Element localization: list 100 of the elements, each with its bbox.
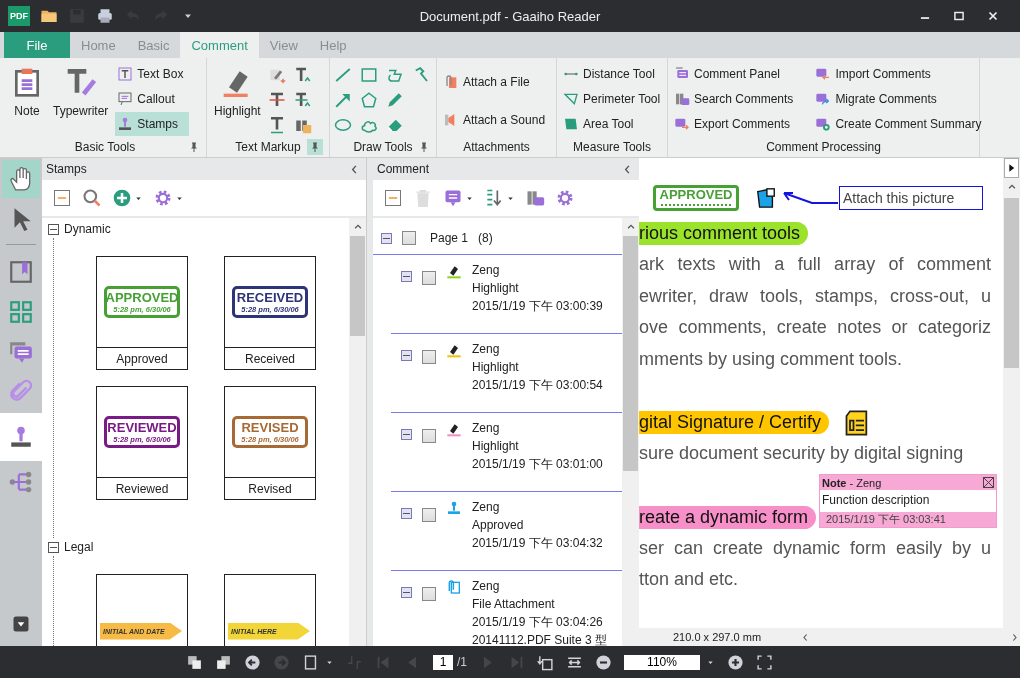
note-button[interactable]: Note	[8, 62, 46, 122]
comment-author: Zeng	[472, 342, 501, 357]
triangle-right-icon[interactable]	[1004, 158, 1019, 178]
expander-icon[interactable]	[401, 508, 412, 519]
binoculars-comment-button[interactable]: Search Comments	[672, 87, 800, 111]
scroll-up-icon[interactable]	[625, 222, 636, 232]
close-icon[interactable]	[983, 477, 994, 488]
highlighter-button[interactable]: Highlight	[211, 62, 264, 122]
bookmark-icon	[8, 259, 34, 285]
settings-icon[interactable]	[555, 188, 575, 208]
circle-left-icon[interactable]	[244, 653, 261, 671]
plus-circle-icon[interactable]	[112, 188, 132, 208]
perimeter-button[interactable]: Perimeter Tool	[561, 87, 667, 111]
sort-icon[interactable]	[484, 188, 504, 208]
checkbox[interactable]	[422, 429, 436, 443]
rotate-icon[interactable]	[537, 653, 554, 671]
down-box-icon[interactable]	[11, 614, 31, 634]
comment-summary-button[interactable]: Create Comment Summary	[813, 112, 988, 136]
attachment-name: 20141112.PDF Suite 3 型	[472, 633, 607, 646]
pin-icon[interactable]	[307, 139, 323, 155]
speaker-button[interactable]: Attach a Sound	[441, 108, 552, 132]
pentagon-icon[interactable]	[360, 91, 378, 109]
stamp-caption: Reviewed	[97, 477, 187, 499]
page-arrange-icon[interactable]	[215, 653, 232, 671]
rectangle-icon[interactable]	[360, 66, 378, 84]
category-label[interactable]: Dynamic	[64, 222, 111, 236]
expander-icon[interactable]	[48, 541, 59, 553]
scroll-thumb[interactable]	[1004, 198, 1019, 368]
group-title: Basic Tools	[74, 140, 136, 154]
category-label[interactable]: Legal	[64, 540, 94, 554]
comment-date: 2015/1/19 下午 03:04:26	[472, 615, 604, 630]
strikethrough-icon[interactable]	[267, 91, 286, 109]
expander-icon[interactable]	[381, 232, 392, 244]
body-text-line: ove comments, create notes or categoriz	[639, 316, 991, 339]
expander-icon[interactable]	[401, 350, 412, 361]
binoculars-icon[interactable]	[525, 188, 545, 208]
text-caret-icon[interactable]	[293, 66, 312, 84]
expander-icon[interactable]	[401, 429, 412, 440]
checkbox[interactable]	[422, 271, 436, 285]
callout-button[interactable]: Callout	[115, 87, 190, 111]
printer-icon[interactable]	[96, 7, 114, 25]
expander-icon[interactable]	[401, 271, 412, 282]
note-popup[interactable]: Note - Zeng Function description 2015/1/19 下午 03:03:41	[819, 474, 997, 528]
maximize-icon[interactable]	[952, 9, 966, 23]
scroll-right-icon[interactable]	[1010, 632, 1020, 642]
checkbox[interactable]	[422, 350, 436, 364]
strikethrough-caret-icon[interactable]	[293, 91, 312, 109]
page-outline-icon[interactable]	[302, 653, 319, 671]
pencil-icon[interactable]	[386, 91, 404, 109]
scroll-thumb[interactable]	[350, 236, 365, 336]
page-number-field[interactable]: 1	[433, 654, 453, 670]
scroll-up-icon[interactable]	[1006, 182, 1017, 192]
attachment-icon[interactable]	[755, 187, 777, 209]
pin-icon[interactable]	[188, 141, 200, 153]
collapse-box-icon[interactable]	[383, 188, 403, 208]
line-icon[interactable]	[334, 66, 352, 84]
zoom-field[interactable]: 110%	[624, 654, 700, 670]
comment-panel-button[interactable]: Comment Panel	[672, 62, 800, 86]
comment-export-button[interactable]: Export Comments	[672, 112, 800, 136]
group-title: Measure Tools	[573, 140, 651, 154]
stamp-button[interactable]: Stamps	[115, 112, 190, 136]
stamp-icon	[117, 116, 134, 132]
group-title: Text Markup	[235, 140, 301, 154]
settings-icon[interactable]	[153, 188, 173, 208]
checkbox[interactable]	[402, 231, 416, 245]
full-screen-icon[interactable]	[756, 653, 773, 671]
scrollbar[interactable]	[1003, 158, 1020, 628]
stamp-caption: Revised	[225, 477, 315, 499]
expander-icon[interactable]	[401, 587, 412, 598]
typewriter-button[interactable]: Typewriter	[50, 62, 112, 122]
ellipse-icon[interactable]	[334, 116, 352, 134]
page-stack-icon[interactable]	[186, 653, 203, 671]
text-box-button[interactable]: Text Box	[115, 62, 190, 86]
comment-bubble-icon[interactable]	[443, 188, 463, 208]
expander-icon[interactable]	[48, 223, 59, 235]
close-icon[interactable]	[986, 9, 1000, 23]
highlighted-heading: gital Signature / Certify	[639, 411, 830, 434]
collapse-box-icon[interactable]	[52, 188, 72, 208]
checkbox[interactable]	[422, 508, 436, 522]
zoom-in-icon[interactable]	[727, 653, 744, 671]
area-button[interactable]: Area Tool	[561, 112, 667, 136]
arrow-icon[interactable]	[334, 91, 352, 109]
search-icon[interactable]	[82, 188, 102, 208]
hand-button[interactable]	[2, 160, 40, 198]
zoom-out-icon[interactable]	[595, 653, 612, 671]
callout-text-box[interactable]: Attach this picture	[839, 186, 983, 210]
scroll-up-icon[interactable]	[352, 222, 363, 232]
scrollbar[interactable]	[349, 218, 366, 646]
comment-summary-icon	[815, 116, 832, 132]
comment-migrate-button[interactable]: Migrate Comments	[813, 87, 988, 111]
pin-icon[interactable]	[418, 141, 430, 153]
comment-count: (8)	[478, 231, 493, 245]
distance-button[interactable]: Distance Tool	[561, 62, 667, 86]
scroll-thumb[interactable]	[623, 236, 638, 471]
paperclip-file-button[interactable]: Attach a File	[441, 70, 552, 94]
scrollbar[interactable]	[622, 218, 639, 646]
stamp-button[interactable]	[0, 413, 42, 461]
checkbox[interactable]	[422, 587, 436, 601]
comment-import-button[interactable]: Import Comments	[813, 62, 988, 86]
comment-date: 2015/1/19 下午 03:00:39	[472, 299, 603, 314]
